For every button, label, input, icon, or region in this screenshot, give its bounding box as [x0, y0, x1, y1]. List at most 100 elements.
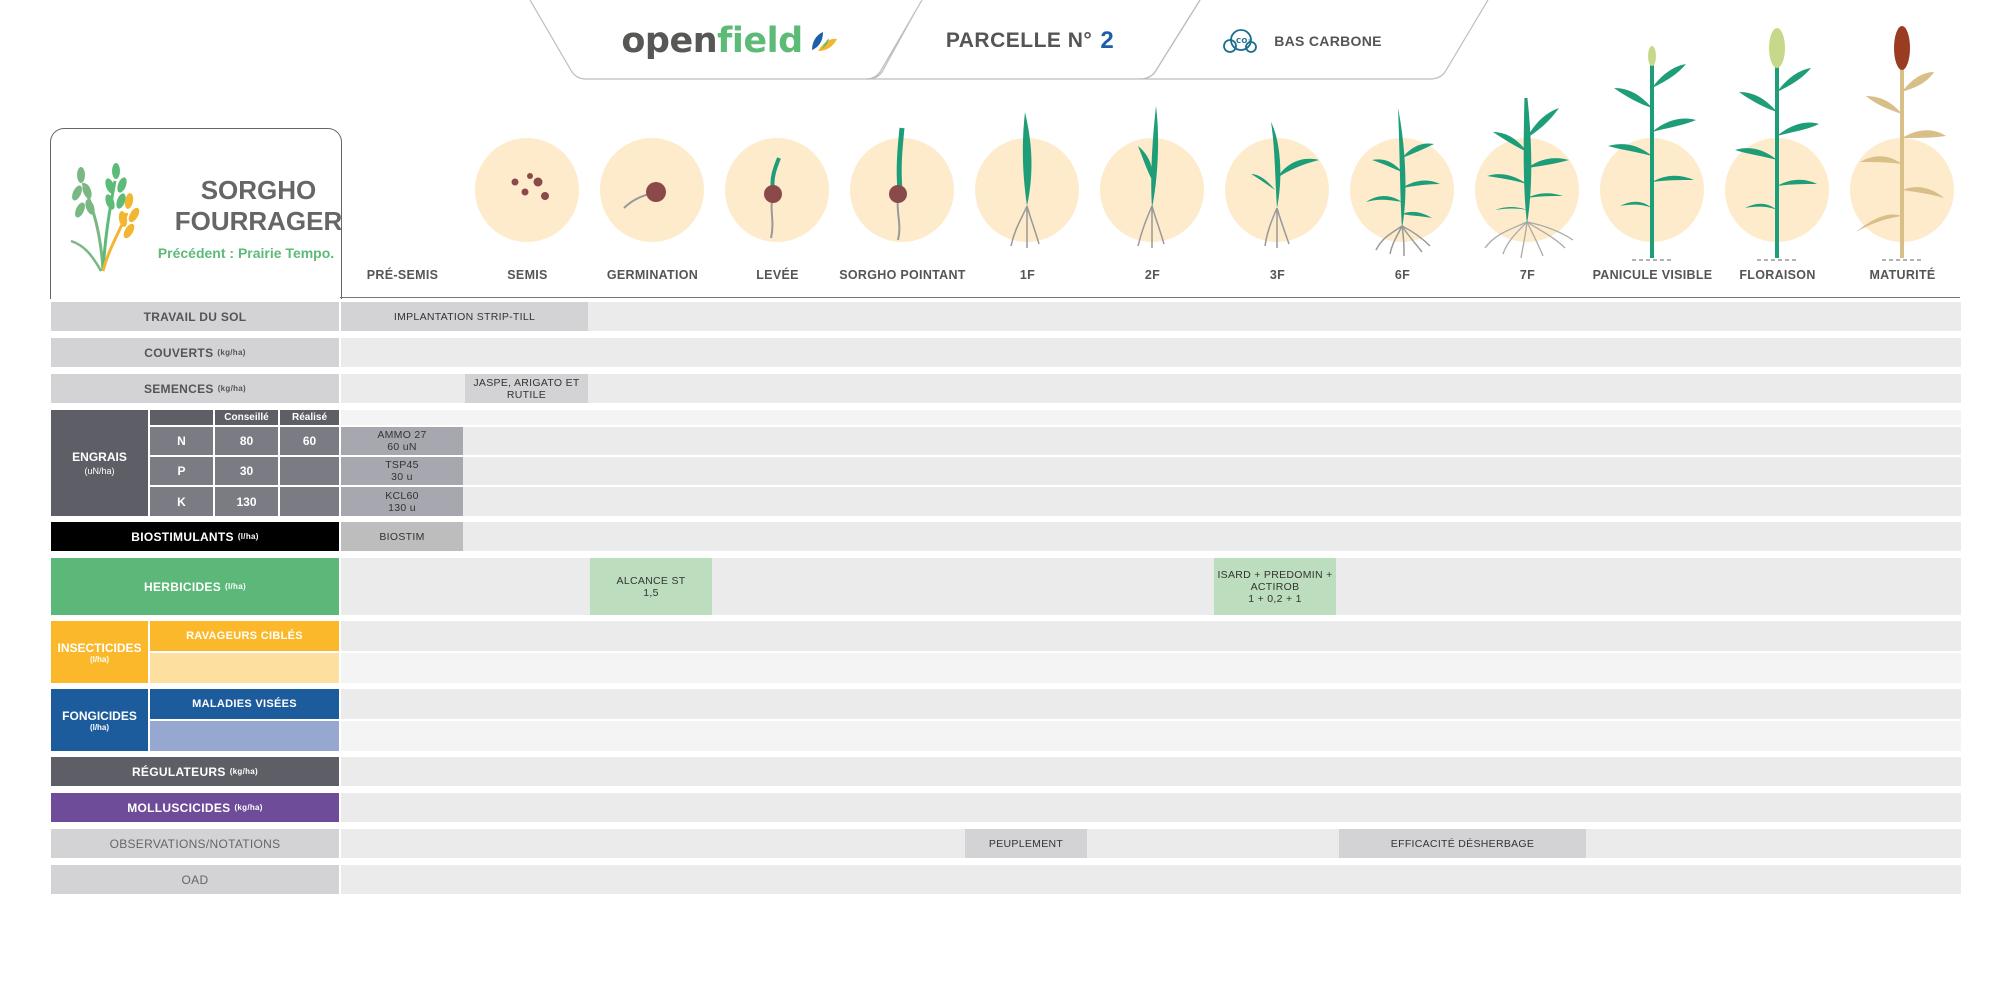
row-regulateurs: RÉGULATEURS (kg/ha) — [51, 757, 1961, 786]
engrais-k-realise[interactable] — [280, 487, 339, 516]
row-semences: SEMENCES (kg/ha) JASPE, ARIGATO ET RUTILE — [51, 374, 1961, 403]
stage-1f[interactable]: 1F — [965, 98, 1090, 288]
chip-ammo27[interactable]: AMMO 27 60 uN — [341, 427, 463, 455]
emerging-sprout-icon — [764, 157, 782, 239]
row-insecticides: INSECTICIDES (l/ha) RAVAGEURS CIBLÉS — [51, 621, 1961, 683]
stage-floraison[interactable]: FLORAISON — [1715, 28, 1840, 288]
chip-peuplement[interactable]: PEUPLEMENT — [965, 829, 1087, 858]
tab-brand[interactable]: openfield — [600, 21, 860, 61]
stage-2f[interactable]: 2F — [1090, 98, 1215, 288]
engrais-header-realise: Réalisé — [280, 410, 339, 425]
row-label-herbicides: HERBICIDES (l/ha) — [51, 558, 339, 615]
chip-semences[interactable]: JASPE, ARIGATO ET RUTILE — [465, 374, 588, 403]
row-track[interactable] — [341, 457, 1961, 485]
row-biostimulants: BIOSTIMULANTS (l/ha) BIOSTIM — [51, 522, 1961, 551]
chip-kcl60[interactable]: KCl60 130 u — [341, 487, 463, 516]
engrais-n-conseille[interactable]: 80 — [215, 427, 278, 455]
header-tabs: openfield PARCELLE N° 2 CO₂ BAS CARBONE — [0, 0, 2000, 80]
stage-label: MATURITÉ — [1869, 268, 1936, 282]
row-label-regulateurs: RÉGULATEURS (kg/ha) — [51, 757, 339, 786]
row-engrais: ENGRAIS (uN/ha) Conseillé Réalisé N 80 6… — [51, 410, 1961, 516]
row-track[interactable] — [341, 689, 1961, 719]
chip-tsp45[interactable]: TSP45 30 u — [341, 457, 463, 485]
carbon-label: BAS CARBONE — [1274, 33, 1382, 49]
stage-3f[interactable]: 3F — [1215, 98, 1340, 288]
plant-mature-icon — [1856, 26, 1946, 261]
row-label-fongicides: FONGICIDES (l/ha) — [51, 689, 148, 751]
row-fongicides: FONGICIDES (l/ha) MALADIES VISÉES — [51, 689, 1961, 751]
engrais-n-realise[interactable]: 60 — [280, 427, 339, 455]
crop-previous: Précédent : Prairie Tempo. — [157, 245, 335, 261]
chip-efficacite-desherbage[interactable]: EFFICACITÉ DÉSHERBAGE — [1339, 829, 1586, 858]
plant-panicle-icon — [1608, 46, 1696, 261]
engrais-p-realise[interactable] — [280, 457, 339, 485]
parcel-label: PARCELLE N° — [945, 29, 1093, 52]
row-track[interactable] — [341, 338, 1961, 367]
row-herbicides: HERBICIDES (l/ha) ALCANCE ST 1,5 ISARD + P… — [51, 558, 1961, 615]
stage-levee[interactable]: LEVÉE — [715, 98, 840, 288]
stage-6f[interactable]: 6F — [1340, 98, 1465, 288]
row-label-insecticides: INSECTICIDES (l/ha) — [51, 621, 148, 683]
row-track[interactable] — [341, 865, 1961, 894]
plant-7-leaves-icon — [1484, 98, 1574, 258]
engrais-header-track — [341, 410, 1961, 425]
row-track[interactable] — [341, 522, 1961, 551]
stage-7f[interactable]: 7F — [1465, 98, 1590, 288]
row-track[interactable] — [341, 653, 1961, 683]
fongicides-maladies-field[interactable] — [150, 721, 339, 751]
row-label-engrais: ENGRAIS (uN/ha) — [51, 410, 148, 516]
stage-germination[interactable]: GERMINATION — [590, 98, 715, 288]
fongicides-maladies-header: MALADIES VISÉES — [150, 689, 339, 719]
row-oad: OAD — [51, 865, 1961, 894]
row-label-molluscicides: MOLLUSCICIDES (kg/ha) — [51, 793, 339, 822]
plant-2-leaves-icon — [1137, 106, 1165, 248]
insecticides-ravageurs-header: RAVAGEURS CIBLÉS — [150, 621, 339, 651]
tab-carbon[interactable]: CO₂ BAS CARBONE — [1200, 24, 1400, 58]
row-track[interactable] — [341, 721, 1961, 751]
wheat-icon — [70, 163, 140, 272]
chip-strip-till[interactable]: IMPLANTATION STRIP-TILL — [341, 302, 588, 331]
chip-biostim[interactable]: BIOSTIM — [341, 522, 463, 551]
row-track[interactable] — [341, 829, 1961, 858]
stage-sorgho-pointant[interactable]: SORGHO POINTANT — [839, 98, 965, 288]
stage-semis[interactable]: SEMIS — [465, 98, 590, 288]
row-couverts: COUVERTS (kg/ha) — [51, 338, 1961, 367]
engrais-element-n: N — [150, 427, 213, 455]
row-label-biostimulants: BIOSTIMULANTS (l/ha) — [51, 522, 339, 551]
crop-name: SORGHO FOURRAGER — [174, 175, 343, 236]
row-track[interactable] — [341, 757, 1961, 786]
engrais-header-conseille: Conseillé — [215, 410, 278, 425]
row-observations: OBSERVATIONS/NOTATIONS PEUPLEMENT EFFICA… — [51, 829, 1961, 858]
brand-logo: openfield — [621, 21, 803, 61]
crop-card: SORGHO FOURRAGER Précédent : Prairie Tem… — [50, 128, 342, 299]
engrais-p-conseille[interactable]: 30 — [215, 457, 278, 485]
row-track[interactable] — [341, 793, 1961, 822]
engrais-element-p: P — [150, 457, 213, 485]
row-travail-du-sol: TRAVAIL DU SOL IMPLANTATION STRIP-TILL — [51, 302, 1961, 331]
plant-6-leaves-icon — [1366, 108, 1440, 257]
row-label-oad: OAD — [51, 865, 339, 894]
stage-panicule-visible[interactable]: PANICULE VISIBLE — [1590, 46, 1715, 288]
engrais-k-conseille[interactable]: 130 — [215, 487, 278, 516]
svg-text:CO₂: CO₂ — [1236, 37, 1251, 45]
row-track[interactable] — [341, 621, 1961, 651]
parcel-number: 2 — [1100, 27, 1115, 54]
insecticides-ravageurs-field[interactable] — [150, 653, 339, 683]
plant-1-leaf-icon — [1010, 112, 1040, 248]
stage-maturite[interactable]: MATURITÉ — [1840, 26, 1965, 288]
germinating-seed-icon — [623, 182, 666, 209]
chip-isard-predomin-actirob[interactable]: ISARD + PREDOMIN + ACTIROB 1 + 0,2 + 1 — [1214, 558, 1336, 615]
stage-pre-semis[interactable]: PRÉ-SEMIS — [340, 98, 465, 288]
row-track[interactable] — [341, 487, 1961, 516]
row-track[interactable] — [341, 558, 1961, 615]
leaf-logo-icon — [811, 32, 837, 51]
row-label-observations: OBSERVATIONS/NOTATIONS — [51, 829, 339, 858]
co2-icon: CO₂ — [1223, 29, 1258, 53]
chip-alcance-st[interactable]: ALCANCE ST 1,5 — [590, 558, 712, 615]
engrais-header-blank — [150, 410, 213, 425]
row-track[interactable] — [341, 427, 1961, 455]
tab-parcel[interactable]: PARCELLE N° 2 — [910, 24, 1150, 58]
plant-flowering-icon — [1735, 28, 1819, 261]
row-label-travail-du-sol: TRAVAIL DU SOL — [51, 302, 339, 331]
seeds-icon — [511, 173, 549, 200]
